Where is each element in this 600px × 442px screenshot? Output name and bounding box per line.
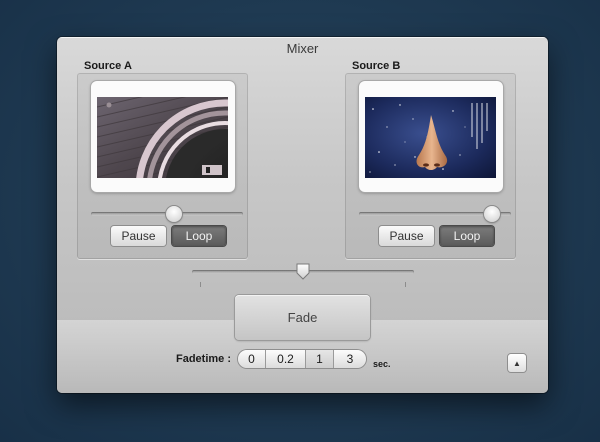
fadetime-option-1[interactable]: 1 <box>306 350 334 368</box>
fadetime-option-3[interactable]: 3 <box>334 350 366 368</box>
fadetime-segmented-control[interactable]: 0 0.2 1 3 <box>238 350 366 368</box>
crossfader-thumb[interactable] <box>296 263 310 280</box>
crossfader-tick-right <box>405 282 406 287</box>
source-a-preview-frame[interactable] <box>91 81 235 192</box>
source-b-volume-knob[interactable] <box>484 206 501 222</box>
fadetime-label: Fadetime : <box>176 353 232 365</box>
fadetime-option-0[interactable]: 0 <box>238 350 266 368</box>
source-b-volume-slider[interactable] <box>359 206 511 222</box>
source-b-label: Source B <box>352 60 401 72</box>
crossfader-tick-left <box>200 282 201 287</box>
fadetime-option-0-2[interactable]: 0.2 <box>266 350 306 368</box>
source-a-panel: Pause Loop <box>77 73 248 259</box>
window-title: Mixer <box>286 41 319 56</box>
source-b-pause-button[interactable]: Pause <box>379 226 434 246</box>
nose-space-preview-image <box>365 97 496 178</box>
source-a-video <box>97 97 228 178</box>
source-b-loop-button[interactable]: Loop <box>440 226 494 246</box>
source-b-panel: Pause Loop <box>345 73 516 259</box>
fadetime-unit: sec. <box>373 359 391 369</box>
source-b-video <box>365 97 496 178</box>
source-a-buttons: Pause Loop <box>111 226 226 246</box>
fade-button[interactable]: Fade <box>235 295 370 340</box>
source-a-volume-slider[interactable] <box>91 206 243 222</box>
source-a-loop-button[interactable]: Loop <box>172 226 226 246</box>
source-a-volume-knob[interactable] <box>165 206 182 222</box>
source-a-pause-button[interactable]: Pause <box>111 226 166 246</box>
source-b-buttons: Pause Loop <box>379 226 494 246</box>
crossfader-slider[interactable] <box>192 263 414 289</box>
disc-preview-image <box>97 97 228 178</box>
source-b-preview-frame[interactable] <box>359 81 503 192</box>
mixer-window: Mixer Source A Pause Loop Source B Pause… <box>57 37 548 393</box>
source-a-label: Source A <box>84 60 132 72</box>
up-triangle-icon[interactable]: ▲ <box>508 354 526 372</box>
